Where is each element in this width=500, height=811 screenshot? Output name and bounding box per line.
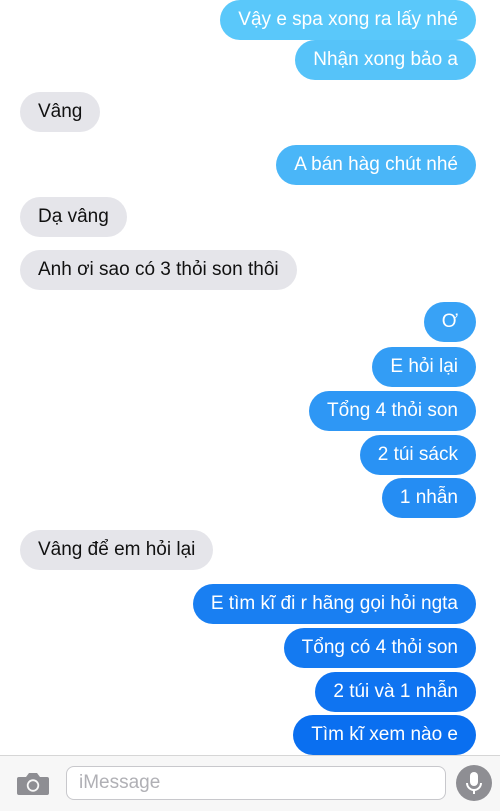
message-bubble-outgoing[interactable]: Tổng 4 thỏi son [309,391,476,431]
message-input[interactable]: iMessage [66,766,446,800]
microphone-icon[interactable] [456,765,492,801]
message-bubble-outgoing[interactable]: E hỏi lại [372,347,476,387]
message-bubble-outgoing[interactable]: Vậy e spa xong ra lấy nhé [220,0,476,40]
message-bubble-outgoing[interactable]: 2 túi sáck [359,435,476,475]
message-bubble-incoming[interactable]: Vâng để em hỏi lại [20,530,214,570]
message-bubble-incoming[interactable]: Vâng [20,92,101,132]
message-bubble-incoming[interactable]: Dạ vâng [20,197,127,237]
message-bubble-outgoing[interactable]: Tìm kĩ xem nào e [293,715,476,755]
message-composer: iMessage [0,755,500,811]
message-bubble-outgoing[interactable]: 2 túi và 1 nhẫn [315,672,476,712]
camera-icon[interactable] [16,770,50,801]
message-bubble-outgoing[interactable]: 1 nhẫn [381,478,476,518]
message-bubble-outgoing[interactable]: E tìm kĩ đi r hãng gọi hỏi ngta [192,584,476,624]
message-bubble-outgoing[interactable]: Nhận xong bảo a [295,40,476,80]
message-bubble-incoming[interactable]: Anh ơi sao có 3 thỏi son thôi [20,250,297,290]
message-bubble-outgoing[interactable]: Tổng có 4 thỏi son [283,628,476,668]
message-bubble-outgoing[interactable]: A bán hàg chút nhé [276,145,476,185]
message-bubble-outgoing[interactable]: Ơ [423,302,476,342]
message-thread: Vậy e spa xong ra lấy nhé Nhận xong bảo … [0,0,500,760]
